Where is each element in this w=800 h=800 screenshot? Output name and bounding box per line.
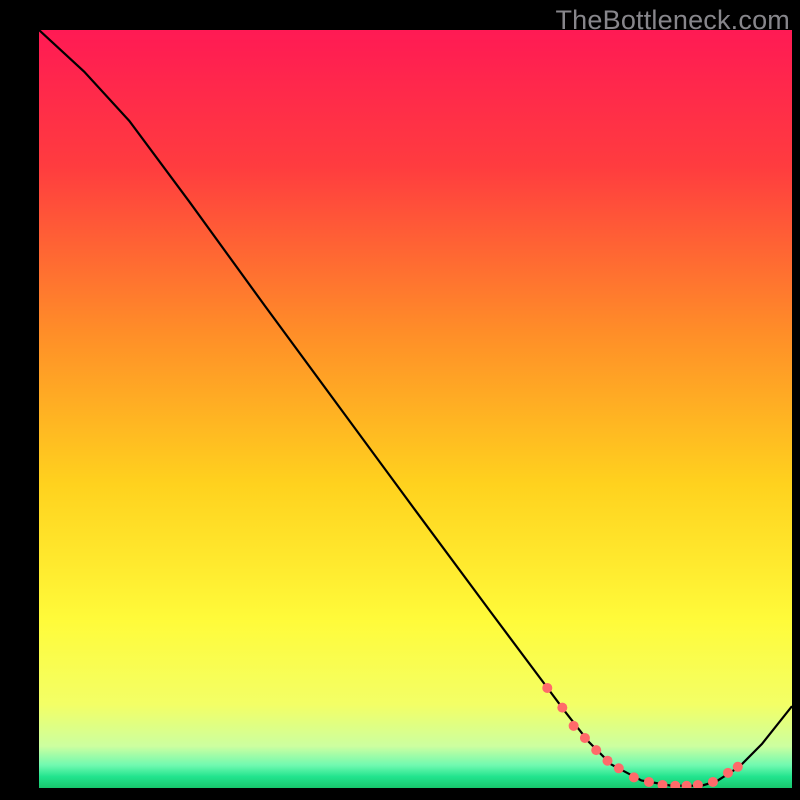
marker-dot xyxy=(629,772,639,782)
marker-dot xyxy=(580,733,590,743)
marker-dot xyxy=(723,768,733,778)
gradient-background xyxy=(39,30,792,788)
marker-dot xyxy=(569,721,579,731)
chart-svg xyxy=(39,30,792,788)
marker-dot xyxy=(708,777,718,787)
marker-dot xyxy=(644,777,654,787)
marker-dot xyxy=(733,762,743,772)
marker-dot xyxy=(557,703,567,713)
watermark-text: TheBottleneck.com xyxy=(555,5,790,36)
marker-dot xyxy=(614,763,624,773)
marker-dot xyxy=(603,756,613,766)
marker-dot xyxy=(591,745,601,755)
chart-frame xyxy=(39,30,792,788)
marker-dot xyxy=(542,683,552,693)
